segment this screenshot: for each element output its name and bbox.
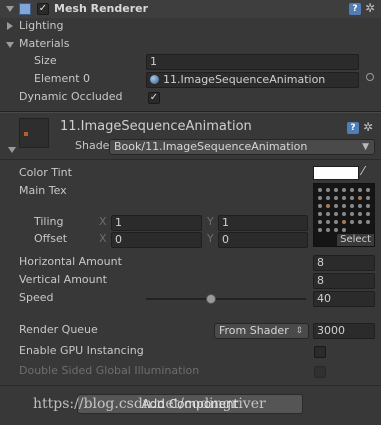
vertical-amount-field[interactable]: 8	[313, 273, 375, 289]
collapse-arrow-icon[interactable]	[6, 6, 14, 12]
size-field[interactable]: 1	[146, 54, 359, 70]
color-tint-label: Color Tint	[19, 166, 72, 179]
color-tint-swatch[interactable]	[313, 166, 359, 180]
speed-slider-thumb[interactable]	[206, 294, 216, 304]
materials-foldout[interactable]: Materials	[19, 36, 69, 52]
offset-y-label: Y	[207, 232, 214, 245]
material-name: 11.ImageSequenceAnimation	[60, 119, 252, 134]
double-sided-gi-label: Double Sided Global Illumination	[19, 364, 200, 377]
render-queue-field[interactable]: 3000	[313, 323, 375, 339]
preview-spark	[24, 132, 28, 136]
tiling-y-field[interactable]: 1	[218, 215, 308, 231]
lighting-foldout[interactable]: Lighting	[19, 18, 63, 34]
shader-dropdown[interactable]: Book/11.ImageSequenceAnimation ▼	[109, 139, 375, 155]
material-foldout-icon[interactable]	[8, 147, 16, 153]
element0-material-field[interactable]: 11.ImageSequenceAnimation	[146, 72, 359, 88]
lighting-foldout-icon[interactable]	[7, 22, 13, 30]
gpu-instancing-checkbox[interactable]	[314, 346, 326, 358]
mesh-renderer-icon	[19, 3, 31, 15]
dropdown-arrow-icon: ▼	[362, 142, 369, 152]
separator	[0, 159, 381, 160]
separator	[0, 112, 381, 113]
gear-icon[interactable]: ✲	[365, 1, 375, 15]
offset-label: Offset	[34, 232, 68, 245]
horizontal-amount-label: Horizontal Amount	[19, 255, 122, 268]
eyedropper-icon[interactable]: ⁄	[362, 164, 364, 178]
main-tex-thumbnail[interactable]: Select	[313, 183, 375, 247]
offset-y-field[interactable]: 0	[218, 232, 308, 248]
element0-label: Element 0	[34, 72, 91, 85]
component-title: Mesh Renderer	[54, 2, 149, 15]
render-queue-label: Render Queue	[19, 323, 98, 336]
materials-foldout-icon[interactable]	[6, 42, 14, 48]
element0-value: 11.ImageSequenceAnimation	[163, 73, 326, 86]
tiling-x-label: X	[99, 215, 107, 228]
separator	[0, 385, 381, 386]
shader-value: Book/11.ImageSequenceAnimation	[114, 140, 308, 153]
help-icon[interactable]: ?	[349, 3, 361, 15]
offset-x-label: X	[99, 232, 107, 245]
material-preview-thumbnail	[19, 118, 49, 148]
horizontal-amount-field[interactable]: 8	[313, 255, 375, 271]
material-help-icon[interactable]: ?	[347, 122, 359, 134]
material-sphere-icon	[150, 75, 159, 84]
render-queue-dropdown[interactable]: From Shader ⇕	[214, 323, 309, 339]
object-picker-icon[interactable]	[366, 73, 374, 81]
render-queue-mode: From Shader	[219, 324, 289, 337]
offset-x-field[interactable]: 0	[111, 232, 202, 248]
tiling-y-label: Y	[207, 215, 214, 228]
watermark: https://blog.csdn.net/codingriver	[33, 396, 266, 412]
material-gear-icon[interactable]: ✲	[363, 120, 373, 134]
main-tex-label: Main Tex	[19, 184, 67, 197]
tiling-label: Tiling	[34, 215, 64, 228]
gpu-instancing-label: Enable GPU Instancing	[19, 344, 144, 357]
double-sided-gi-checkbox	[314, 366, 326, 378]
speed-field[interactable]: 40	[313, 291, 375, 307]
mesh-renderer-enabled-checkbox[interactable]: ✓	[37, 3, 49, 15]
dynamic-occluded-checkbox[interactable]: ✓	[148, 92, 160, 104]
dropdown-arrows-icon: ⇕	[295, 326, 303, 336]
speed-label: Speed	[19, 291, 54, 304]
speed-slider-track[interactable]	[146, 294, 306, 304]
select-texture-button[interactable]: Select	[337, 234, 374, 246]
dynamic-occluded-label: Dynamic Occluded	[19, 90, 123, 103]
vertical-amount-label: Vertical Amount	[19, 273, 107, 286]
tiling-x-field[interactable]: 1	[111, 215, 202, 231]
size-label: Size	[34, 54, 57, 67]
